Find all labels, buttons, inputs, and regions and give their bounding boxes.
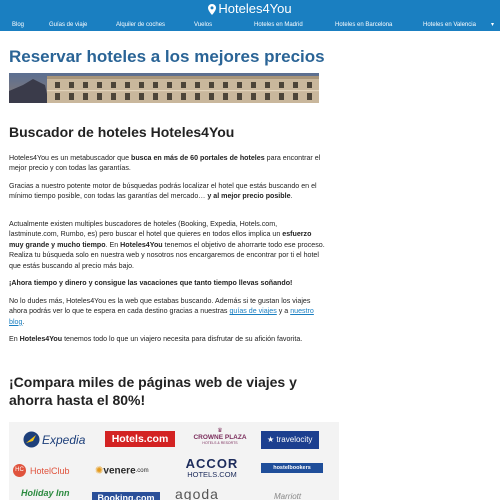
hotelclub-wordmark: HotelClub <box>30 465 70 476</box>
nav-hotels-valencia[interactable]: Hoteles en Valencia <box>423 19 476 31</box>
venere-wordmark: venere <box>103 465 136 477</box>
brand-name: Hoteles4You <box>218 1 292 16</box>
travel-guides-link[interactable]: guías de viajes <box>229 307 276 315</box>
nav-travel-guides[interactable]: Guías de viaje <box>49 19 87 31</box>
nav-flights[interactable]: Vuelos <box>194 19 212 31</box>
top-header: Hoteles4You <box>0 0 500 19</box>
slogan-paragraph: ¡Ahora tiempo y dinero y consigue las va… <box>9 279 293 287</box>
emphasis-text: Hoteles4You <box>19 335 63 343</box>
closing-paragraph: En Hoteles4You tenemos todo lo que un vi… <box>9 334 327 344</box>
travelocity-logo: ★ travelocity <box>261 431 319 449</box>
text-run: . En <box>105 240 121 249</box>
partner-logos: Expedia Hotels.com ♛ CROWNE PLAZA HOTELS… <box>9 422 339 500</box>
nav-blog[interactable]: Blog <box>12 19 24 31</box>
search-section-heading: Buscador de hoteles Hoteles4You <box>9 124 235 140</box>
hotelclub-badge-icon: HC <box>13 464 26 478</box>
agoda-logo: agoda <box>175 486 219 500</box>
nav-hotels-barcelona[interactable]: Hoteles en Barcelona <box>335 19 392 31</box>
venere-logo: ✺venere.com <box>95 462 149 480</box>
travelocity-wordmark: travelocity <box>276 435 313 444</box>
text-run: y a <box>276 307 291 316</box>
engine-paragraph: Gracias a nuestro potente motor de búsqu… <box>9 181 327 202</box>
booking-com-logo: Booking.com <box>92 492 160 500</box>
nav-car-rental[interactable]: Alquiler de coches <box>116 19 165 31</box>
emphasis-text: Hoteles4You <box>120 240 163 249</box>
guides-paragraph: No lo dudes más, Hoteles4You es la web q… <box>9 296 327 327</box>
text-run: . <box>22 317 25 326</box>
emphasis-text: y al mejor precio posible <box>207 192 291 201</box>
accor-wordmark: ACCOR <box>185 456 239 471</box>
crowne-plaza-subtitle: HOTELS & RESORTS <box>202 441 238 445</box>
marriott-logo: Marriott <box>274 492 302 500</box>
text-run: En <box>9 335 20 343</box>
hotel-banner-image <box>9 73 319 103</box>
brand-logo-link[interactable]: Hoteles4You <box>0 1 500 17</box>
intro-paragraph: Hoteles4You es un metabuscador que busca… <box>9 153 327 174</box>
globe-icon <box>23 431 40 448</box>
page-title: Reservar hoteles a los mejores precios <box>9 47 325 66</box>
holiday-inn-logo: Holiday Inn <box>21 488 70 498</box>
nav-hotels-madrid[interactable]: Hoteles en Madrid <box>254 19 303 31</box>
crowne-plaza-wordmark: CROWNE PLAZA <box>193 434 247 441</box>
crowne-plaza-logo: ♛ CROWNE PLAZA HOTELS & RESORTS <box>186 427 254 446</box>
comparison-paragraph: Actualmente existen multiples buscadores… <box>9 219 327 271</box>
accor-logo: ACCOR HOTELS.COM <box>179 457 245 479</box>
emphasis-text: busca en más de 60 portales de hoteles <box>131 154 265 162</box>
hostelbookers-logo: hostelbookers <box>261 463 323 473</box>
venere-suffix: .com <box>135 467 149 474</box>
text-run: Actualmente existen multiples buscadores… <box>9 220 283 239</box>
hotelclub-logo: HC HotelClub <box>13 462 70 478</box>
expedia-wordmark: Expedia <box>42 432 86 447</box>
hotels-com-logo: Hotels.com <box>105 431 175 447</box>
star-icon: ★ <box>267 435 275 444</box>
expedia-logo: Expedia <box>23 431 85 449</box>
chevron-down-icon[interactable]: ▾ <box>491 19 494 31</box>
text-run: Hoteles4You es un metabuscador que <box>9 154 131 162</box>
crown-icon: ♛ <box>217 428 223 434</box>
text-run: . <box>290 192 293 201</box>
accor-subtitle: HOTELS.COM <box>187 470 237 479</box>
text-run: tenemos todo lo que un viajero necesita … <box>62 335 303 343</box>
main-nav: Blog Guías de viaje Alquiler de coches V… <box>0 19 500 31</box>
compare-heading: ¡Compara miles de páginas web de viajes … <box>9 374 297 408</box>
map-pin-icon <box>208 4 217 15</box>
